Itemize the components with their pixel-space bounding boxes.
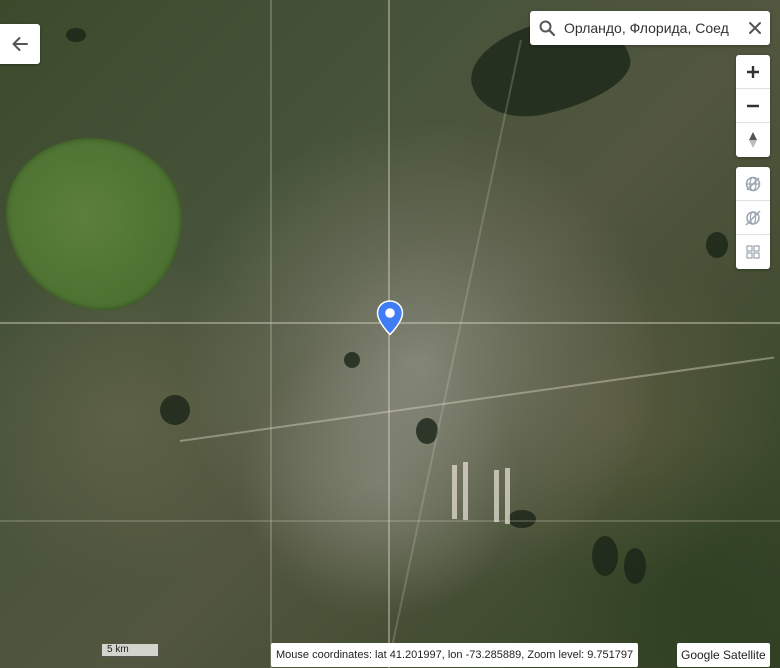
globe-layers-icon <box>745 176 761 191</box>
layer-controls <box>736 167 770 269</box>
location-pin-icon <box>376 300 404 336</box>
search-icon <box>530 19 564 37</box>
scale-bar: 5 km <box>101 644 159 657</box>
map-provider-label[interactable]: Google Satellite <box>677 643 770 667</box>
provider-text: Google Satellite <box>681 648 766 662</box>
search-bar <box>530 11 770 45</box>
road <box>389 39 522 655</box>
lake <box>624 548 646 584</box>
grid-layer-button[interactable] <box>736 235 770 269</box>
mouse-coordinates: Mouse coordinates: lat 41.201997, lon -7… <box>271 643 639 667</box>
minus-icon <box>747 104 759 107</box>
zoom-out-button[interactable] <box>736 89 770 123</box>
grid-icon <box>746 245 760 259</box>
zoom-in-button[interactable] <box>736 55 770 89</box>
zoom-controls <box>736 55 770 157</box>
airport-runway <box>463 462 468 520</box>
lake <box>160 395 190 425</box>
airport-runway <box>494 470 499 522</box>
globe-off-icon <box>745 209 761 226</box>
compass-icon <box>749 132 757 148</box>
scale-label: 5 km <box>107 644 129 655</box>
close-icon <box>749 22 761 34</box>
arrow-left-icon <box>12 37 28 51</box>
lake <box>6 138 182 310</box>
lake <box>508 510 536 528</box>
location-marker[interactable] <box>376 300 404 336</box>
lake <box>706 232 728 258</box>
coordinates-text: Mouse coordinates: lat 41.201997, lon -7… <box>276 649 634 661</box>
terrain-layer-button[interactable] <box>736 167 770 201</box>
lake <box>66 28 86 42</box>
airport-runway <box>505 468 510 524</box>
overlay-layer-button[interactable] <box>736 201 770 235</box>
clear-search-button[interactable] <box>740 21 770 35</box>
airport-runway <box>452 465 457 519</box>
reset-north-button[interactable] <box>736 123 770 157</box>
search-input[interactable] <box>564 20 740 36</box>
lake <box>344 352 360 368</box>
lake <box>592 536 618 576</box>
plus-icon <box>747 65 759 78</box>
back-button[interactable] <box>0 24 40 64</box>
road <box>270 0 272 668</box>
road <box>0 520 780 522</box>
